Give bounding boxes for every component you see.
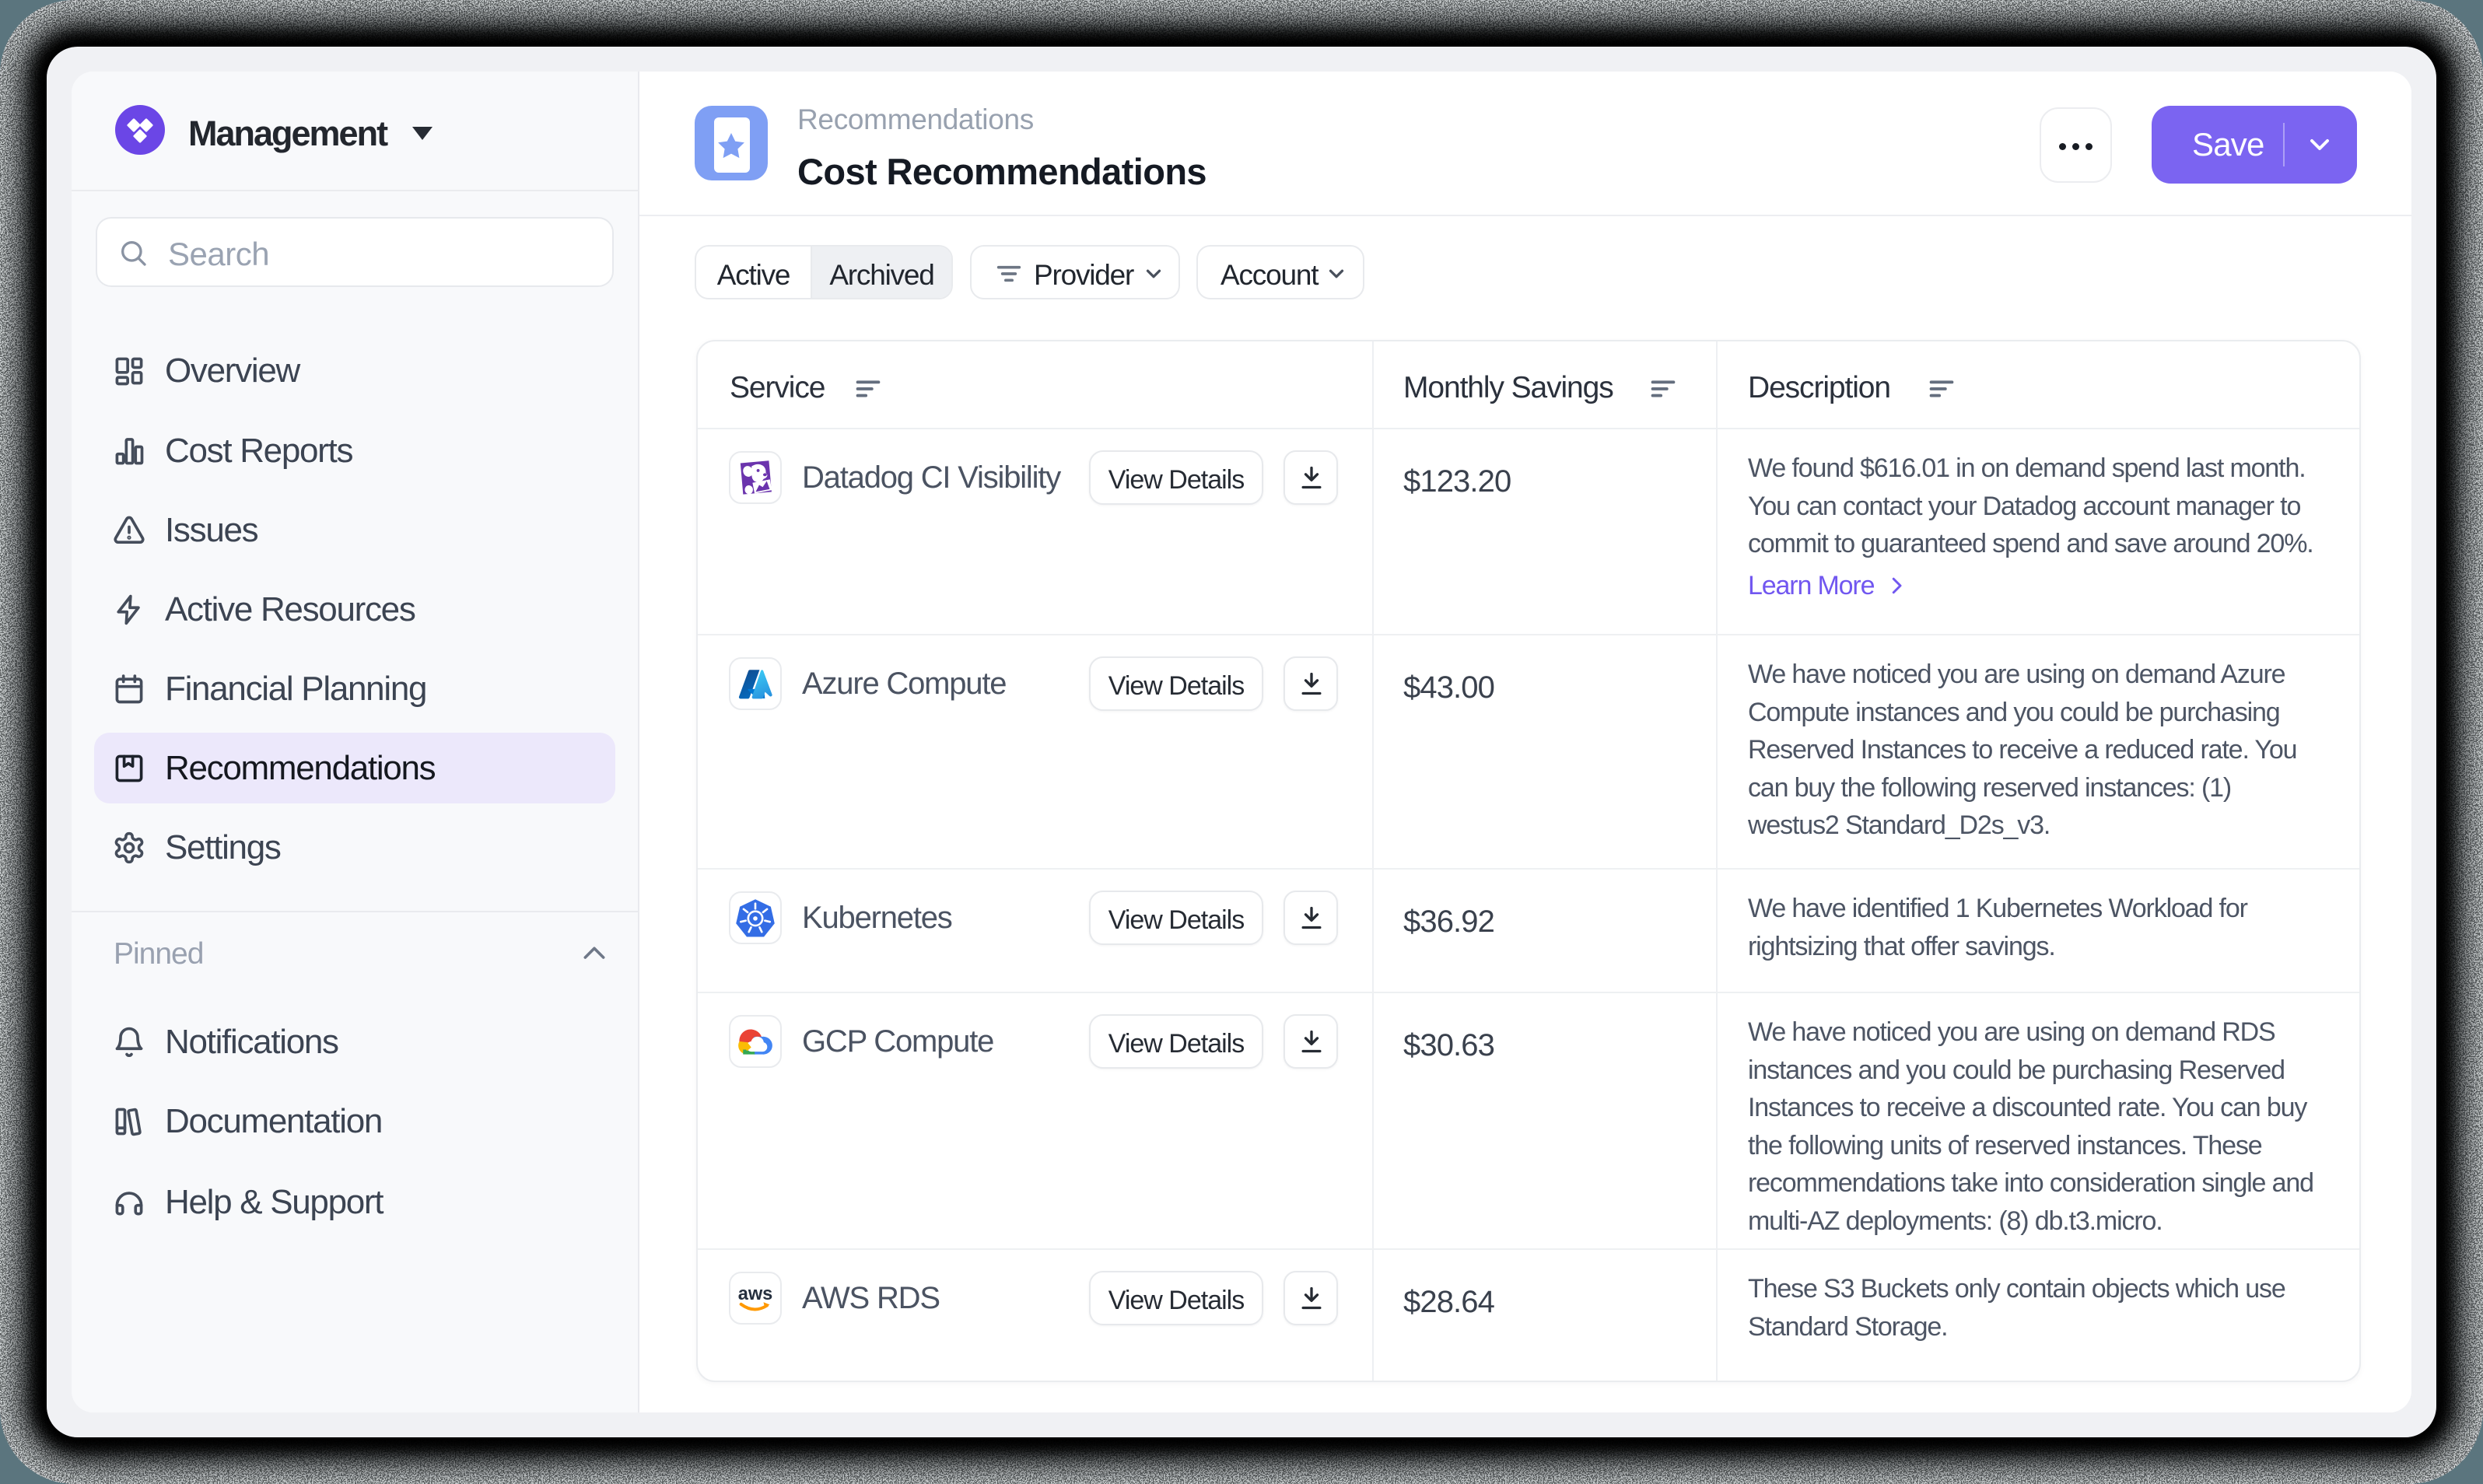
svg-text:aws: aws [738,1284,773,1304]
